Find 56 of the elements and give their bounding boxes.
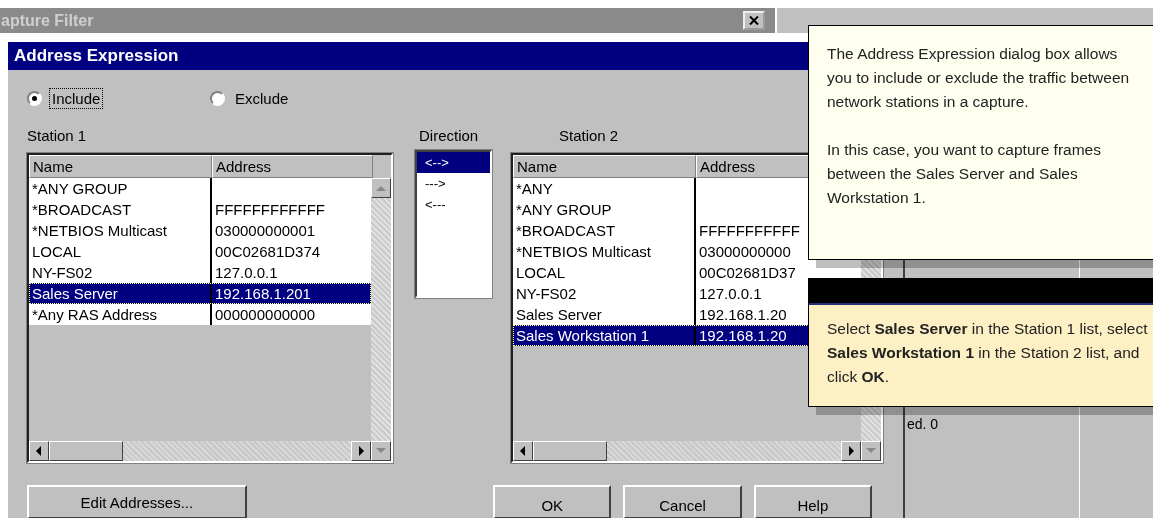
list-label: Direction — [419, 126, 480, 144]
address-cell-text: 192.168.1.20 — [698, 326, 787, 346]
address-cell-text: 192.168.1.201 — [214, 284, 311, 304]
scroll-left-icon[interactable] — [513, 441, 533, 461]
edit-addresses-button[interactable]: Edit Addresses... — [27, 485, 247, 518]
station-row[interactable]: *Any RAS Address 000000000000 — [29, 304, 371, 325]
list-label: Station 1 — [27, 126, 88, 144]
column-header[interactable]: Name — [513, 155, 696, 178]
station-row[interactable]: NY-FS02 127.0.0.1 — [29, 262, 371, 283]
status-text: ed. 0 — [907, 416, 939, 432]
scroll-thumb[interactable] — [49, 441, 123, 461]
direction-option[interactable]: <--- — [417, 194, 490, 215]
window-title: apture Filter — [1, 11, 94, 30]
station-row[interactable]: *BROADCAST FFFFFFFFFFFF — [29, 199, 371, 220]
column-header[interactable]: Address — [212, 155, 373, 178]
scroll-right-icon[interactable] — [351, 441, 371, 461]
station-row[interactable]: *NETBIOS Multicast 030000000001 — [29, 220, 371, 241]
address-cell-text: 00C02681D374 — [214, 242, 321, 262]
station-row[interactable]: Sales Server 192.168.1.201 — [29, 283, 371, 304]
address-cell-text: 030000000001 — [214, 221, 316, 241]
horizontal-scrollbar[interactable] — [513, 441, 861, 461]
dialog-button[interactable]: OK — [493, 485, 612, 518]
name-cell: Sales Workstation 1 — [513, 325, 696, 346]
direction-option[interactable]: <--> — [417, 152, 490, 173]
address-cell-text: 000000000000 — [214, 305, 316, 325]
close-icon — [749, 16, 759, 25]
list-label: Station 2 — [559, 126, 619, 144]
address-cell-text: 127.0.0.1 — [698, 284, 762, 304]
vertical-scrollbar[interactable] — [371, 178, 391, 461]
station-row[interactable]: LOCAL 00C02681D374 — [29, 241, 371, 262]
address-cell-text: 192.168.1.20 — [698, 305, 787, 325]
address-cell-text: 127.0.0.1 — [214, 263, 278, 283]
close-button[interactable] — [743, 11, 765, 30]
scroll-up-icon[interactable] — [371, 178, 391, 198]
radio-label[interactable]: Exclude — [232, 87, 292, 109]
scroll-right-icon[interactable] — [841, 441, 861, 461]
address-cell-text: 00C02681D37 — [698, 263, 796, 283]
station-row[interactable]: *ANY GROUP — [29, 178, 371, 199]
scroll-thumb[interactable] — [533, 441, 607, 461]
address-cell-text: FFFFFFFFFFF — [698, 221, 800, 241]
dialog-button[interactable]: Cancel — [623, 485, 742, 518]
address-cell-text: 03000000000 — [698, 242, 791, 262]
horizontal-scrollbar[interactable] — [29, 441, 371, 461]
radio-label[interactable]: Include — [49, 87, 104, 109]
callout-text: The Address Expression dialog box allows you to include or exclude the traffic between network stations in a capture. — [827, 44, 1131, 112]
radio-button[interactable] — [210, 90, 225, 106]
direction-option[interactable]: ---> — [417, 173, 490, 194]
station-row[interactable]: LOCAL 00C02681D37 — [513, 262, 861, 283]
scroll-down-icon[interactable] — [861, 441, 881, 461]
radio-button[interactable] — [27, 90, 42, 106]
scroll-left-icon[interactable] — [29, 441, 49, 461]
name-cell: *Any RAS Address — [29, 304, 212, 325]
dialog-button[interactable]: Help — [753, 485, 872, 518]
address-cell-text: FFFFFFFFFFFF — [214, 200, 325, 220]
scroll-down-icon[interactable] — [371, 441, 391, 461]
column-header[interactable]: Name — [29, 155, 212, 178]
